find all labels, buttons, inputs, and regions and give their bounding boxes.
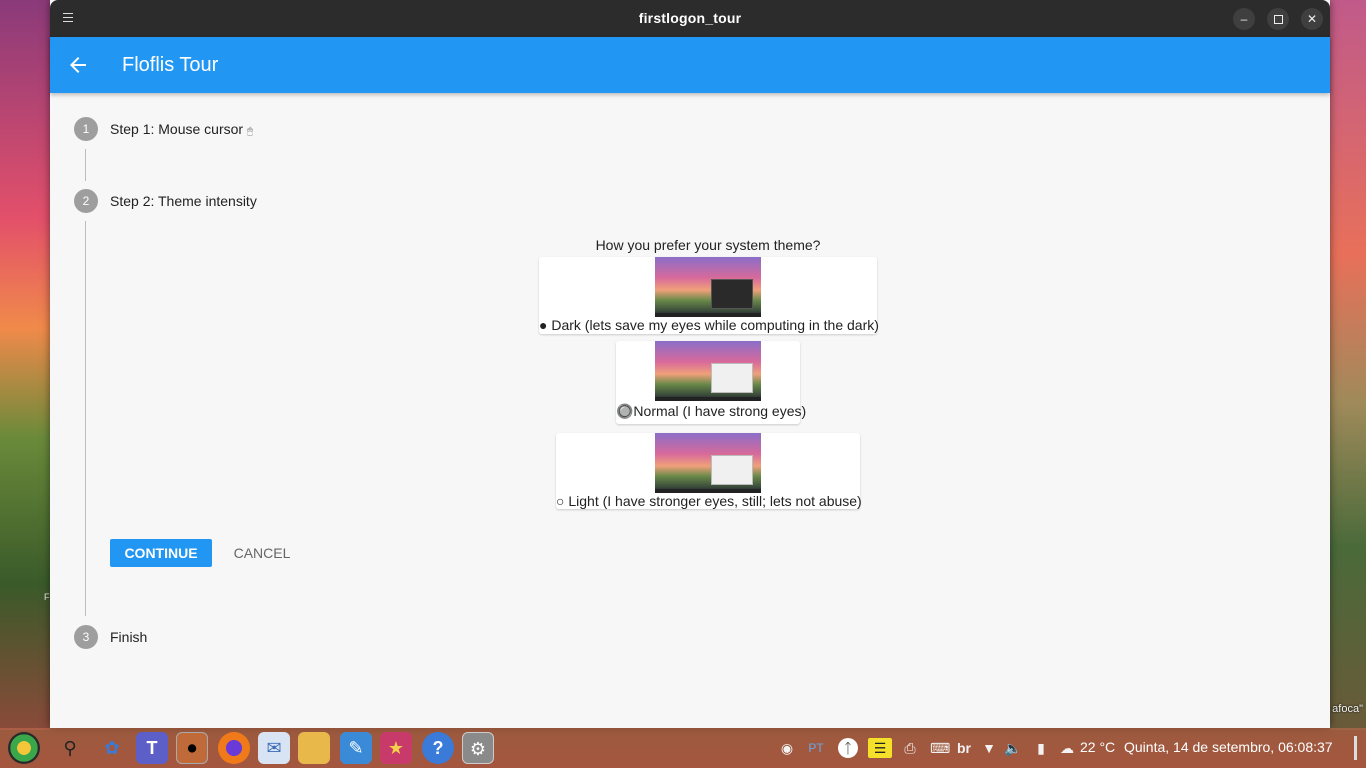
step-1-header[interactable]: Step 1: Mouse cursor 🖱: [110, 121, 253, 137]
language-indicator[interactable]: PT: [804, 738, 828, 758]
clock[interactable]: Quinta, 14 de setembro, 06:08:37: [1124, 739, 1333, 755]
close-icon: ✕: [1306, 12, 1318, 26]
minimize-icon: –: [1240, 12, 1248, 26]
keyboard-icon[interactable]: ⌨: [930, 738, 950, 758]
help-icon[interactable]: ?: [422, 732, 454, 764]
battery-icon[interactable]: ▮: [1032, 738, 1050, 758]
bluetooth-icon[interactable]: ᛏ: [838, 738, 858, 758]
dark-theme-preview: [655, 257, 761, 317]
mouse-icon: 🖱: [246, 126, 253, 137]
settings-gear-icon[interactable]: ⚙: [462, 732, 494, 764]
theme-option-label: 🔘Normal (I have strong eyes): [616, 403, 807, 419]
firefox-icon[interactable]: [218, 732, 250, 764]
wifi-icon[interactable]: ▼: [980, 738, 998, 758]
step-3-circle: 3: [74, 625, 98, 649]
window-title: firstlogon_tour: [638, 10, 742, 26]
show-desktop-button[interactable]: [1354, 736, 1357, 760]
teams-icon[interactable]: T: [136, 732, 168, 764]
taskbar: ⚲ ✿ T ⚫ ✉ ✎ ★ ? ⚙ ◉ PT ᛏ ☰ ⎙ ⌨ br ▼ 🔈 ▮ …: [0, 728, 1366, 768]
starred-app-icon[interactable]: ★: [380, 732, 412, 764]
screenshot-icon[interactable]: ◉: [778, 738, 796, 758]
step-1-label: Step 1: Mouse cursor: [110, 121, 244, 137]
continue-button[interactable]: CONTINUE: [110, 539, 212, 567]
files-folder-icon[interactable]: [298, 732, 330, 764]
theme-option-label: ● Dark (lets save my eyes while computin…: [539, 317, 879, 333]
step-2-label[interactable]: Step 2: Theme intensity: [110, 193, 257, 209]
theme-option-label: ○ Light (I have stronger eyes, still; le…: [556, 493, 862, 509]
weather-icon[interactable]: ☁: [1058, 738, 1076, 758]
keyboard-layout[interactable]: br: [954, 738, 974, 758]
temperature[interactable]: 22 °C: [1080, 739, 1115, 755]
printer-icon[interactable]: ⎙: [900, 738, 920, 758]
desktop-wallpaper-left: [0, 0, 50, 730]
app-title: Floflis Tour: [122, 54, 219, 76]
maximize-icon: [1273, 15, 1283, 25]
assistant-icon[interactable]: ✿: [96, 732, 128, 764]
desktop-wallpaper-right: [1330, 0, 1366, 730]
theme-option-light[interactable]: ○ Light (I have stronger eyes, still; le…: [556, 433, 862, 509]
cancel-button[interactable]: CANCEL: [226, 539, 298, 567]
mail-icon[interactable]: ✉: [258, 732, 290, 764]
app-bar: Floflis Tour: [50, 37, 1330, 93]
window-titlebar: firstlogon_tour – ✕: [50, 0, 1330, 37]
back-button[interactable]: [66, 53, 90, 77]
maximize-button[interactable]: [1267, 8, 1289, 30]
notes-icon[interactable]: ☰: [868, 738, 892, 758]
theme-option-dark[interactable]: ● Dark (lets save my eyes while computin…: [539, 257, 879, 334]
light-theme-preview: [655, 433, 761, 493]
normal-theme-preview: [655, 341, 761, 401]
theme-option-normal[interactable]: 🔘Normal (I have strong eyes): [616, 341, 807, 424]
desktop-side-letter: F: [44, 592, 50, 602]
browser-planet-icon[interactable]: ⚫: [176, 732, 208, 764]
close-button[interactable]: ✕: [1301, 8, 1323, 30]
step-connector: [85, 221, 86, 616]
step-connector: [85, 149, 86, 181]
app-window: firstlogon_tour – ✕ Floflis Tour 1 Step …: [50, 0, 1330, 728]
desktop-text-snippet: afoca": [1332, 703, 1363, 715]
step-2-circle: 2: [74, 189, 98, 213]
minimize-button[interactable]: –: [1233, 8, 1255, 30]
step-1-circle: 1: [74, 117, 98, 141]
step-3-label[interactable]: Finish: [110, 629, 147, 645]
arrow-left-icon: [70, 57, 86, 73]
theme-question: How you prefer your system theme?: [595, 237, 821, 253]
search-icon[interactable]: ⚲: [54, 732, 86, 764]
text-editor-icon[interactable]: ✎: [340, 732, 372, 764]
app-launcher-icon[interactable]: [8, 732, 40, 764]
volume-icon[interactable]: 🔈: [1004, 738, 1022, 758]
